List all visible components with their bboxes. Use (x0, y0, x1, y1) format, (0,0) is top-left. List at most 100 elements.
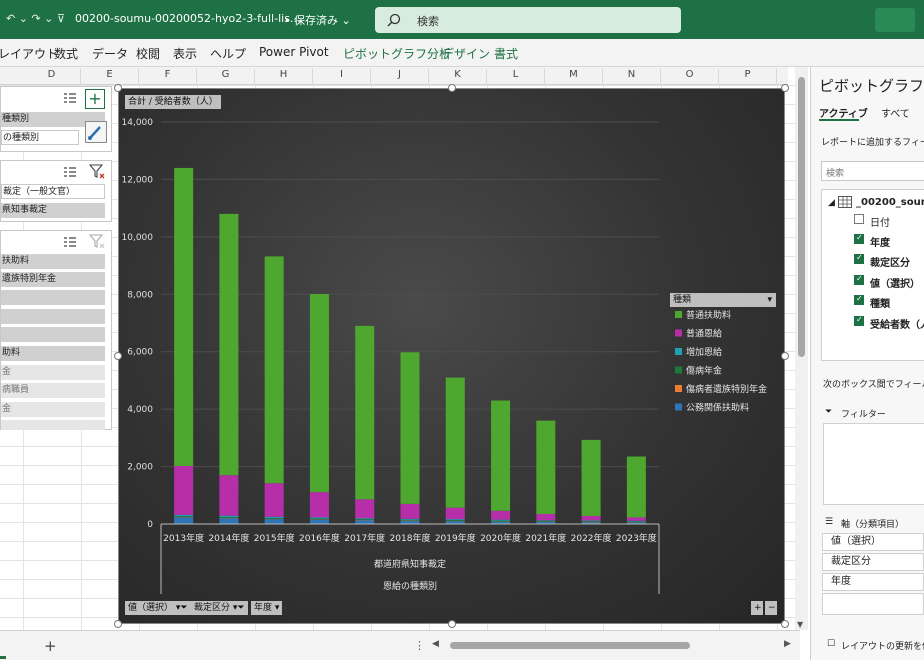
column-header[interactable]: I (313, 69, 371, 85)
axis-field-item[interactable]: 年度 (822, 573, 924, 591)
slicer-item[interactable] (1, 309, 105, 324)
field-checkbox[interactable] (854, 315, 864, 326)
resize-handle[interactable] (448, 620, 456, 628)
add-icon[interactable]: + (85, 89, 105, 109)
slicer-item[interactable]: 助料 (1, 346, 105, 361)
active-sheet-tab[interactable] (0, 631, 6, 659)
scroll-left-icon[interactable]: ◀ (432, 639, 439, 649)
multi-select-icon[interactable] (63, 166, 77, 178)
legend-field-button[interactable]: 種類 ▾ (670, 293, 776, 307)
resize-handle[interactable] (781, 620, 789, 628)
column-header[interactable]: P (719, 69, 777, 85)
field-label[interactable]: 年度 (870, 234, 890, 249)
column-header[interactable]: K (429, 69, 487, 85)
defer-update-checkbox[interactable]: ☐ (827, 639, 835, 649)
column-header[interactable]: D (23, 69, 81, 85)
user-avatar[interactable] (875, 8, 915, 32)
field-checkbox[interactable] (854, 253, 864, 264)
resize-handle[interactable] (114, 620, 122, 628)
field-list[interactable]: ◢ _00200_soumu 日付 年度 裁定区分 値（選択） 種類 受給者数（… (821, 189, 924, 361)
resize-handle[interactable] (114, 352, 122, 360)
saved-status[interactable]: • 保存済み ⌄ (284, 12, 351, 28)
column-header[interactable]: E (81, 69, 139, 85)
slicer-item[interactable]: 遺族特別年金 (1, 272, 105, 287)
vertical-scrollbar[interactable]: ▼ (795, 67, 808, 630)
column-header[interactable]: M (545, 69, 603, 85)
column-header[interactable]: F (139, 69, 197, 85)
resize-handle[interactable] (114, 84, 122, 92)
column-header[interactable]: J (371, 69, 429, 85)
field-search-placeholder: 検索 (826, 169, 845, 179)
field-label[interactable]: 日付 (870, 214, 890, 229)
filters-drop-area[interactable] (823, 423, 924, 505)
field-checkbox[interactable] (854, 294, 864, 305)
tab-design[interactable]: デザイン (442, 45, 490, 62)
horizontal-scroll-thumb[interactable] (450, 642, 690, 649)
brush-icon[interactable] (85, 121, 107, 143)
column-header[interactable]: G (197, 69, 255, 85)
pivot-chart[interactable]: 14,000 12,000 10,000 8,000 6,000 4,000 2,000 0 2… (118, 88, 785, 624)
slicer-item[interactable]: 県知事裁定 (1, 203, 105, 218)
collapse-icon[interactable]: ◢ (828, 198, 835, 208)
collapse-field-button[interactable]: − (765, 601, 777, 615)
resize-handle[interactable] (781, 84, 789, 92)
scroll-right-icon[interactable]: ▶ (784, 639, 791, 649)
slicer-2[interactable]: 裁定（一般文官） 県知事裁定 (0, 160, 112, 222)
resize-handle[interactable] (448, 84, 456, 92)
slicer-item[interactable]: 裁定（一般文官） (1, 184, 105, 199)
field-label[interactable]: 受給者数（人 (870, 316, 924, 331)
clear-filter-icon[interactable] (89, 234, 105, 249)
slicer-item[interactable]: 扶助料 (1, 254, 105, 269)
quick-access-toolbar[interactable]: ↶ ⌄ ↷ ⌄ ⊽ (6, 12, 65, 25)
add-sheet-button[interactable]: + (44, 637, 57, 655)
tab-power-pivot[interactable]: Power Pivot (259, 45, 329, 59)
scroll-down-icon[interactable]: ▼ (797, 620, 803, 629)
tab-all[interactable]: すべて (881, 105, 910, 120)
tab-active[interactable]: アクティブ (819, 105, 868, 120)
tab-format[interactable]: 書式 (494, 45, 518, 62)
tab-data[interactable]: データ (92, 45, 128, 62)
slicer-item[interactable] (1, 290, 105, 305)
field-label[interactable]: 値（選択） (870, 275, 920, 290)
tab-review[interactable]: 校閲 (136, 45, 160, 62)
field-checkbox[interactable] (854, 233, 864, 244)
field-checkbox[interactable] (854, 274, 864, 285)
tab-pivotchart-analyze[interactable]: ピボットグラフ分析 (343, 45, 451, 62)
multi-select-icon[interactable] (63, 92, 77, 104)
search-box[interactable]: 検索 (375, 7, 681, 33)
tab-help[interactable]: ヘルプ (210, 45, 246, 62)
field-label[interactable]: 種類 (870, 295, 890, 310)
field-checkbox[interactable] (854, 214, 864, 224)
column-header[interactable]: N (603, 69, 661, 85)
column-header[interactable]: L (487, 69, 545, 85)
slicer-item[interactable] (1, 420, 105, 430)
scroll-thumb[interactable] (798, 77, 805, 357)
slicer-3[interactable]: 扶助料 遺族特別年金 助料 金 病職員 金 (0, 230, 112, 430)
axis-field-button[interactable]: 年度 ▾ (251, 601, 283, 615)
axis-field-item[interactable]: 値（選択） (822, 533, 924, 551)
multi-select-icon[interactable] (63, 236, 77, 248)
axis-drop-area[interactable] (822, 593, 924, 615)
clear-filter-icon[interactable] (89, 164, 105, 179)
column-header[interactable]: O (661, 69, 719, 85)
slicer-item[interactable]: 病職員 (1, 383, 105, 398)
slicer-item[interactable]: の種類別 (1, 130, 79, 145)
slicer-item[interactable]: 金 (1, 365, 105, 380)
column-header[interactable]: H (255, 69, 313, 85)
tab-view[interactable]: 表示 (173, 45, 197, 62)
tab-layout[interactable]: レイアウト (0, 45, 58, 62)
axis-field-item[interactable]: 裁定区分 (822, 553, 924, 571)
axis-field-button[interactable]: 裁定区分 ▾⏷ (191, 601, 248, 615)
file-name[interactable]: 00200-soumu-00200052-hyo2-3-full-lis… (75, 12, 301, 25)
resize-handle[interactable] (781, 352, 789, 360)
slicer-item[interactable]: 金 (1, 402, 105, 417)
axis-field-button[interactable]: 値（選択） ▾⏷ (125, 601, 191, 615)
value-field-button[interactable]: 合計 / 受給者数（人） (125, 95, 221, 109)
tab-formulas[interactable]: 数式 (54, 45, 78, 62)
field-search-input[interactable]: 検索 (821, 161, 924, 181)
split-handle-icon[interactable]: ⋮ (414, 639, 425, 652)
field-label[interactable]: 裁定区分 (870, 254, 910, 269)
expand-field-button[interactable]: + (751, 601, 763, 615)
slicer-item[interactable] (1, 327, 105, 342)
slicer-1[interactable]: + 種類別 の種類別 (0, 86, 112, 152)
